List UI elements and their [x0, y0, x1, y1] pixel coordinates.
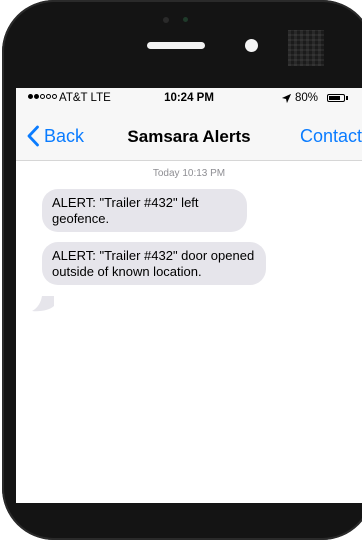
front-camera	[245, 39, 258, 52]
battery-icon	[327, 94, 345, 102]
battery-tip	[346, 96, 348, 100]
message-bubble[interactable]: ALERT: "Trailer #432" door opened outsid…	[42, 242, 266, 285]
qr-code-sticker	[288, 30, 324, 66]
phone-top-bezel	[2, 0, 362, 80]
proximity-sensor	[163, 17, 169, 23]
navigation-bar: Back Samsara Alerts Contact	[16, 110, 362, 161]
location-arrow-icon	[281, 93, 292, 104]
phone-screen: AT&T LTE 10:24 PM 80% Back Samsara Alert…	[16, 88, 362, 503]
light-sensor	[183, 17, 188, 22]
contact-button[interactable]: Contact	[300, 126, 362, 147]
battery-percentage: 80%	[295, 92, 319, 104]
earpiece-speaker	[147, 42, 205, 49]
message-bubble[interactable]: ALERT: "Trailer #432" left geofence.	[42, 189, 247, 232]
conversation-timestamp: Today 10:13 PM	[152, 168, 226, 179]
battery-fill	[329, 96, 340, 100]
status-bar: AT&T LTE 10:24 PM 80%	[16, 88, 362, 110]
bubble-tail	[32, 296, 54, 312]
